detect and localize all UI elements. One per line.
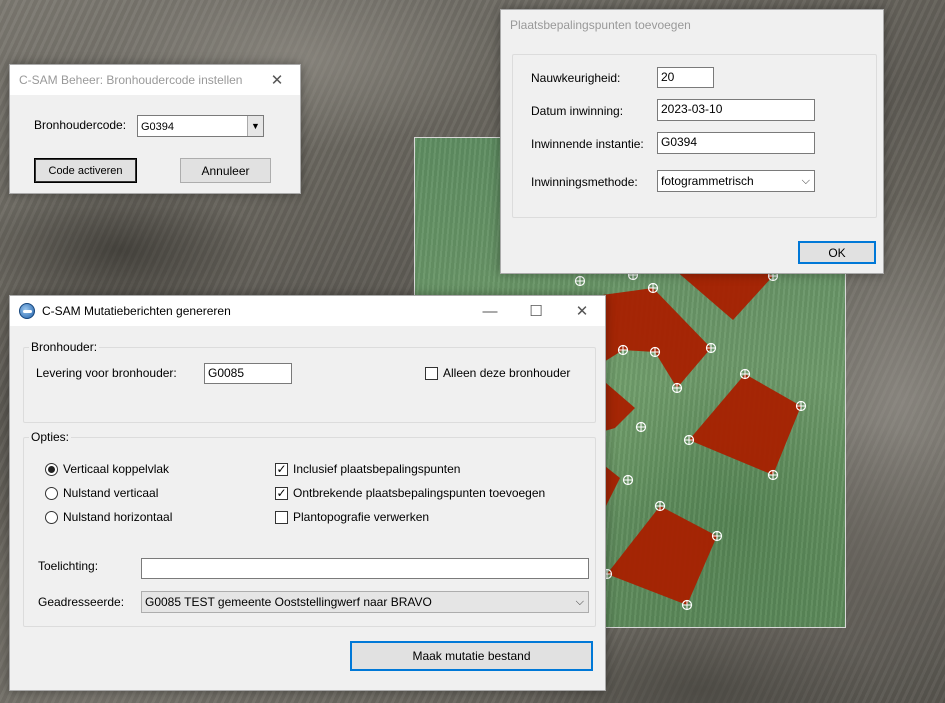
plantopografie-label[interactable]: Plantopografie verwerken: [293, 510, 429, 524]
window-title: C-SAM Mutatieberichten genereren: [42, 304, 231, 318]
c-sam-app-icon: [19, 303, 35, 319]
code-activeren-label: Code activeren: [48, 164, 123, 177]
bronhoudercode-label: Bronhoudercode:: [34, 118, 127, 132]
annuleer-label: Annuleer: [201, 163, 250, 178]
radio-nulstand-horizontaal[interactable]: [45, 511, 58, 524]
inwinningsmethode-select[interactable]: fotogrammetrisch ⌵: [657, 170, 815, 192]
maximize-button[interactable]: ☐: [513, 296, 559, 326]
chevron-down-icon: ⌵: [575, 596, 584, 608]
radio-verticaal-koppelvlak-label[interactable]: Verticaal koppelvlak: [63, 462, 169, 476]
radio-verticaal-koppelvlak[interactable]: [45, 463, 58, 476]
inclusief-plaatsbepalingspunten-label[interactable]: Inclusief plaatsbepalingspunten: [293, 462, 460, 476]
plantopografie-checkbox[interactable]: [275, 511, 288, 524]
geadresseerde-select[interactable]: G0085 TEST gemeente Ooststellingwerf naa…: [141, 591, 589, 613]
radio-nulstand-horizontaal-label[interactable]: Nulstand horizontaal: [63, 510, 172, 524]
radio-nulstand-verticaal-label[interactable]: Nulstand verticaal: [63, 486, 158, 500]
inwinningsmethode-value: fotogrammetrisch: [661, 174, 754, 188]
bronhouder-group-title: Bronhouder:: [29, 340, 100, 354]
nauwkeurigheid-label: Nauwkeurigheid:: [531, 71, 621, 85]
parcel-polygon[interactable]: [607, 506, 717, 605]
ontbrekende-plaatsbepalingspunten-checkbox[interactable]: ✓: [275, 487, 288, 500]
maximize-icon: ☐: [529, 303, 543, 320]
opties-group-title: Opties:: [29, 430, 72, 444]
bronhoudercode-value: G0394: [141, 121, 175, 133]
title-bar[interactable]: C-SAM Mutatieberichten genereren — ☐ ✕: [10, 296, 605, 326]
ontbrekende-plaatsbepalingspunten-label[interactable]: Ontbrekende plaatsbepalingspunten toevoe…: [293, 486, 545, 500]
mutatieberichten-dialog: C-SAM Mutatieberichten genereren — ☐ ✕ B…: [9, 295, 606, 691]
inwinnende-instantie-label: Inwinnende instantie:: [531, 137, 644, 151]
dropdown-button[interactable]: ▼: [247, 116, 263, 136]
geadresseerde-label: Geadresseerde:: [38, 595, 125, 609]
bronhoudercode-dialog: C-SAM Beheer: Bronhoudercode instellen ✕…: [9, 64, 301, 194]
minimize-icon: —: [482, 302, 498, 320]
datum-inwinning-input[interactable]: 2023-03-10: [657, 99, 815, 121]
parcel-polygon[interactable]: [689, 374, 801, 475]
maak-mutatie-bestand-label: Maak mutatie bestand: [412, 649, 531, 663]
maak-mutatie-bestand-button[interactable]: Maak mutatie bestand: [350, 641, 593, 671]
datum-inwinning-value: 2023-03-10: [661, 102, 723, 116]
levering-value: G0085: [208, 366, 245, 380]
datum-inwinning-label: Datum inwinning:: [531, 104, 624, 118]
levering-input[interactable]: G0085: [204, 363, 292, 384]
title-bar[interactable]: Plaatsbepalingspunten toevoegen: [501, 10, 883, 40]
checkmark-icon: ✓: [276, 462, 287, 476]
nauwkeurigheid-input[interactable]: 20: [657, 67, 714, 88]
inwinnende-instantie-input[interactable]: G0394: [657, 132, 815, 154]
nauwkeurigheid-value: 20: [661, 70, 675, 84]
window-title: Plaatsbepalingspunten toevoegen: [510, 18, 691, 32]
bronhouder-group: [23, 347, 596, 423]
toelichting-input[interactable]: [141, 558, 589, 579]
inwinnende-instantie-value: G0394: [661, 135, 698, 149]
plaatsbepalingspunten-dialog: Plaatsbepalingspunten toevoegen Nauwkeur…: [500, 9, 884, 274]
close-icon: ✕: [270, 72, 284, 89]
radio-nulstand-verticaal[interactable]: [45, 487, 58, 500]
alleen-bronhouder-checkbox[interactable]: [425, 367, 438, 380]
window-title: C-SAM Beheer: Bronhoudercode instellen: [19, 73, 243, 87]
inclusief-plaatsbepalingspunten-checkbox[interactable]: ✓: [275, 463, 288, 476]
levering-label: Levering voor bronhouder:: [36, 366, 177, 380]
checkmark-icon: ✓: [276, 486, 287, 500]
close-button[interactable]: ✕: [559, 296, 605, 326]
code-activeren-button[interactable]: Code activeren: [34, 158, 137, 183]
title-bar[interactable]: C-SAM Beheer: Bronhoudercode instellen ✕: [10, 65, 300, 95]
alleen-bronhouder-label[interactable]: Alleen deze bronhouder: [443, 366, 570, 380]
close-icon: ✕: [575, 303, 589, 320]
chevron-down-icon: ▼: [251, 121, 260, 131]
toelichting-label: Toelichting:: [38, 559, 99, 573]
annuleer-button[interactable]: Annuleer: [180, 158, 271, 183]
geadresseerde-value: G0085 TEST gemeente Ooststellingwerf naa…: [145, 595, 432, 609]
bronhoudercode-combobox[interactable]: G0394 ▼: [137, 115, 264, 137]
minimize-button[interactable]: —: [467, 296, 513, 326]
ok-label: OK: [828, 245, 846, 260]
close-button[interactable]: ✕: [254, 65, 300, 95]
chevron-down-icon: ⌵: [801, 175, 810, 187]
ok-button[interactable]: OK: [798, 241, 876, 264]
inwinningsmethode-label: Inwinningsmethode:: [531, 175, 638, 189]
